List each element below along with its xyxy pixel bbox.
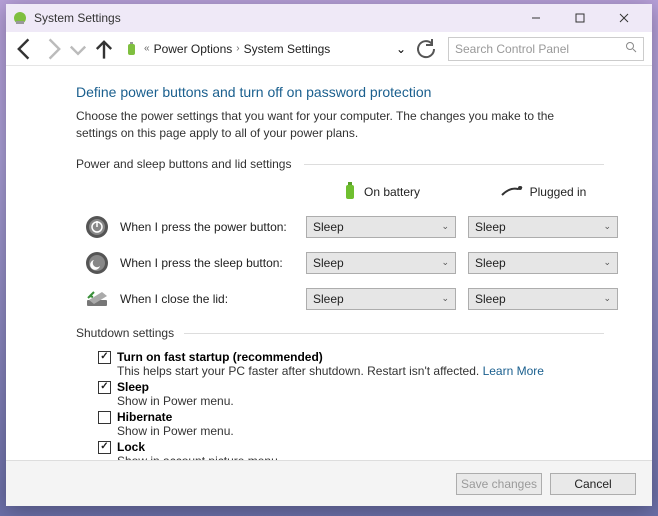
chk-sub: Show in Power menu. [117, 394, 234, 408]
chk-title: Sleep [117, 380, 234, 394]
sleep-button-icon [84, 250, 110, 276]
cancel-button[interactable]: Cancel [550, 473, 636, 495]
row-1-label: When I press the sleep button: [120, 256, 283, 270]
power-options-icon [12, 10, 28, 26]
lid-icon [84, 286, 110, 312]
chevron-right-icon: › [236, 43, 239, 54]
battery-col-icon [342, 181, 358, 204]
select-value: Sleep [313, 220, 344, 234]
col-battery-label: On battery [364, 185, 420, 199]
refresh-button[interactable] [414, 37, 438, 61]
window-title: System Settings [34, 11, 121, 25]
select-value: Sleep [475, 256, 506, 270]
save-button[interactable]: Save changes [456, 473, 542, 495]
page-description: Choose the power settings that you want … [76, 108, 596, 143]
plug-col-icon [500, 185, 524, 200]
chevron-down-icon: ⌄ [441, 257, 449, 268]
chevron-down-icon: ⌄ [441, 293, 449, 304]
chevron-down-icon[interactable]: ⌄ [396, 42, 406, 56]
checkbox[interactable] [98, 351, 111, 364]
chevron-down-icon: ⌄ [603, 293, 611, 304]
learn-more-link[interactable]: Learn More [483, 364, 544, 378]
recent-dropdown[interactable] [66, 37, 90, 61]
chk-title: Hibernate [117, 410, 234, 424]
content: Define power buttons and turn off on pas… [6, 66, 652, 460]
row-0-label: When I press the power button: [120, 220, 287, 234]
col-plugged-label: Plugged in [530, 185, 587, 199]
row-sleep-button: When I press the sleep button: [84, 250, 294, 276]
chk-sub: This helps start your PC faster after sh… [117, 364, 483, 378]
checkbox[interactable] [98, 381, 111, 394]
chevron-icon: « [144, 43, 150, 54]
chk-sleep: Sleep Show in Power menu. [98, 380, 604, 408]
select-sleep-plugged[interactable]: Sleep ⌄ [468, 252, 618, 274]
forward-button[interactable] [40, 37, 64, 61]
back-button[interactable] [14, 37, 38, 61]
battery-icon [124, 41, 140, 57]
chevron-down-icon: ⌄ [603, 221, 611, 232]
minimize-button[interactable] [514, 4, 558, 32]
power-button-icon [84, 214, 110, 240]
search-field[interactable] [448, 37, 644, 61]
chk-fast-startup: Turn on fast startup (recommended) This … [98, 350, 604, 378]
chk-lock: Lock Show in account picture menu. [98, 440, 604, 460]
select-lid-plugged[interactable]: Sleep ⌄ [468, 288, 618, 310]
row-2-label: When I close the lid: [120, 292, 228, 306]
select-power-plugged[interactable]: Sleep ⌄ [468, 216, 618, 238]
shutdown-list: Turn on fast startup (recommended) This … [98, 350, 604, 460]
power-group-label: Power and sleep buttons and lid settings [76, 157, 604, 171]
up-button[interactable] [92, 37, 116, 61]
chk-title: Lock [117, 440, 281, 454]
breadcrumb[interactable]: « Power Options › System Settings [124, 41, 394, 57]
search-input[interactable] [455, 42, 625, 56]
col-plugged: Plugged in [468, 185, 618, 200]
search-icon [625, 41, 637, 56]
chk-title: Turn on fast startup (recommended) [117, 350, 544, 364]
checkbox[interactable] [98, 441, 111, 454]
close-button[interactable] [602, 4, 646, 32]
chevron-down-icon: ⌄ [441, 221, 449, 232]
maximize-button[interactable] [558, 4, 602, 32]
chk-sub: Show in Power menu. [117, 424, 234, 438]
row-power-button: When I press the power button: [84, 214, 294, 240]
footer: Save changes Cancel [6, 460, 652, 506]
select-value: Sleep [475, 292, 506, 306]
breadcrumb-seg-0[interactable]: Power Options [154, 42, 233, 56]
navbar: « Power Options › System Settings ⌄ [6, 32, 652, 66]
checkbox[interactable] [98, 411, 111, 424]
shutdown-group-label: Shutdown settings [76, 326, 604, 340]
select-power-battery[interactable]: Sleep ⌄ [306, 216, 456, 238]
window: System Settings « Power Options › System… [6, 4, 652, 506]
select-value: Sleep [313, 292, 344, 306]
chk-hibernate: Hibernate Show in Power menu. [98, 410, 604, 438]
chevron-down-icon: ⌄ [603, 257, 611, 268]
page-heading: Define power buttons and turn off on pas… [76, 84, 604, 100]
row-close-lid: When I close the lid: [84, 286, 294, 312]
select-value: Sleep [475, 220, 506, 234]
breadcrumb-seg-1[interactable]: System Settings [244, 42, 331, 56]
select-value: Sleep [313, 256, 344, 270]
titlebar: System Settings [6, 4, 652, 32]
power-grid: On battery Plugged in When I press the p… [84, 181, 604, 312]
select-lid-battery[interactable]: Sleep ⌄ [306, 288, 456, 310]
col-battery: On battery [306, 181, 456, 204]
select-sleep-battery[interactable]: Sleep ⌄ [306, 252, 456, 274]
